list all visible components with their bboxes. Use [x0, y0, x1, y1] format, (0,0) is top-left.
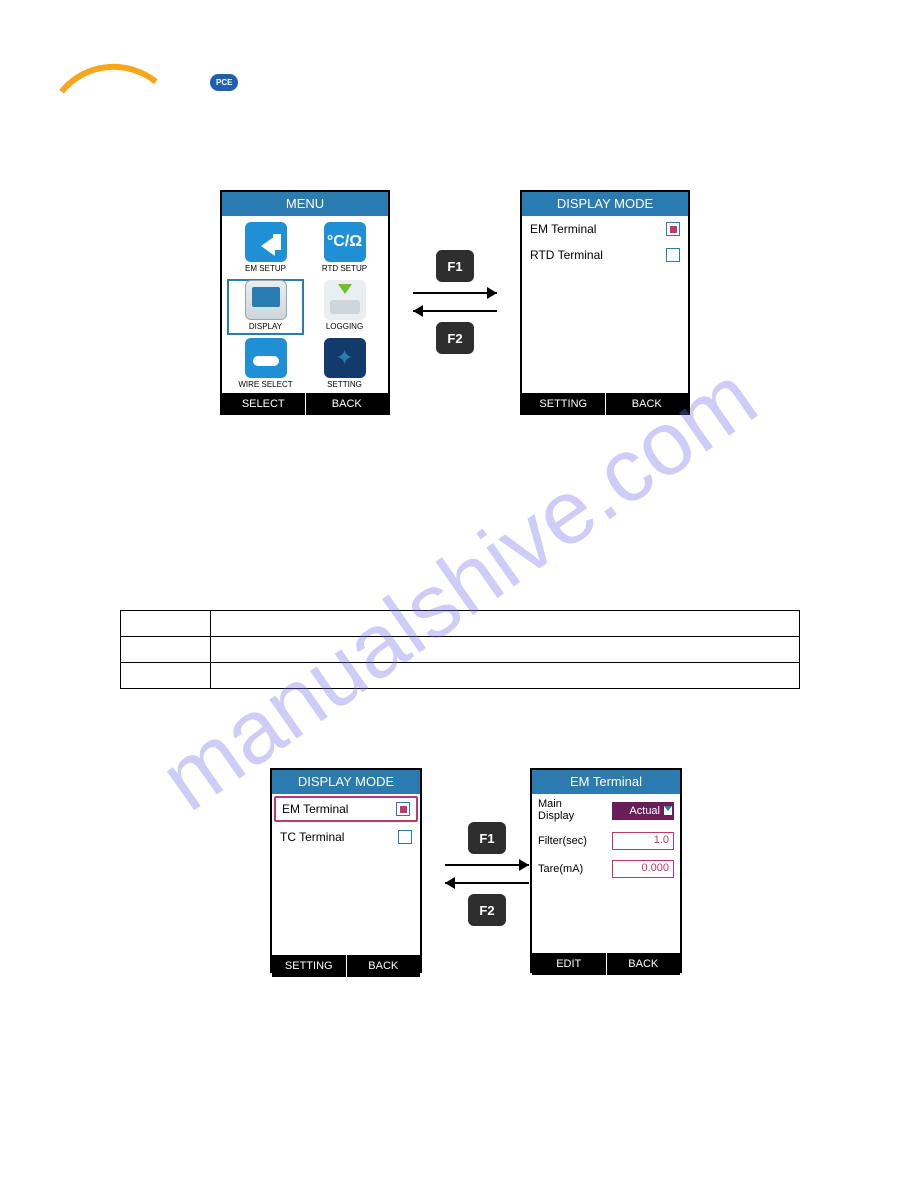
f2-key[interactable]: F2 — [468, 894, 506, 926]
checkbox-checked-icon[interactable] — [666, 222, 680, 236]
table-row — [121, 637, 800, 663]
checkbox-checked-icon[interactable] — [396, 802, 410, 816]
display-mode-title: DISPLAY MODE — [272, 770, 420, 794]
list-item-rtd-terminal[interactable]: RTD Terminal — [522, 242, 688, 268]
field-label: Tare(mA) — [538, 863, 583, 875]
softkey-back[interactable]: BACK — [606, 393, 689, 415]
logging-icon — [324, 280, 366, 320]
softkey-back[interactable]: BACK — [607, 953, 681, 975]
brand-badge: PCE — [210, 74, 238, 91]
table-cell — [211, 611, 800, 637]
em-terminal-title: EM Terminal — [532, 770, 680, 794]
menu-item-display[interactable]: DISPLAY — [226, 278, 305, 336]
dropdown-main-display[interactable]: Actual — [612, 802, 674, 820]
display-icon — [245, 280, 287, 320]
dropdown-value: Actual — [629, 805, 660, 817]
list-item-label: RTD Terminal — [530, 248, 603, 262]
softkey-setting[interactable]: SETTING — [522, 393, 606, 415]
menu-item-label: DISPLAY — [226, 322, 305, 331]
info-table — [120, 610, 800, 689]
menu-item-label: SETTING — [305, 380, 384, 389]
em-setup-icon — [245, 222, 287, 262]
menu-item-wire-select[interactable]: WIRE SELECT — [226, 336, 305, 394]
arrow-right-icon — [405, 286, 505, 300]
wire-select-icon — [245, 338, 287, 378]
rtd-setup-icon: °C/Ω — [324, 222, 366, 262]
list-item-label: EM Terminal — [530, 222, 596, 236]
watermark: manualshive.com — [143, 346, 776, 832]
softkey-edit[interactable]: EDIT — [532, 953, 607, 975]
table-row — [121, 611, 800, 637]
table-cell — [121, 611, 211, 637]
table-cell — [211, 663, 800, 689]
arrow-left-icon — [405, 304, 505, 318]
checkbox-unchecked-icon[interactable] — [398, 830, 412, 844]
list-item-label: TC Terminal — [280, 830, 344, 844]
field-filter[interactable]: Filter(sec) 1.0 — [532, 827, 680, 855]
softkey-setting[interactable]: SETTING — [272, 955, 347, 977]
menu-item-rtd-setup[interactable]: °C/Ω RTD SETUP — [305, 220, 384, 278]
menu-item-label: WIRE SELECT — [226, 380, 305, 389]
menu-item-label: RTD SETUP — [305, 264, 384, 273]
device-screen-display-mode-1: DISPLAY MODE EM Terminal RTD Terminal SE… — [520, 190, 690, 415]
table-cell — [121, 637, 211, 663]
arrow-right-icon — [437, 858, 537, 872]
list-item-em-terminal[interactable]: EM Terminal — [522, 216, 688, 242]
brand-logo: PCE — [60, 60, 180, 100]
nav-keys-row1: F1 F2 — [400, 250, 510, 354]
device-screen-em-terminal: EM Terminal Main Display Actual Filter(s… — [530, 768, 682, 973]
list-item-label: EM Terminal — [282, 802, 348, 816]
f1-key[interactable]: F1 — [468, 822, 506, 854]
f1-key[interactable]: F1 — [436, 250, 474, 282]
softkey-back[interactable]: BACK — [347, 955, 421, 977]
input-tare[interactable]: 0.000 — [612, 860, 674, 878]
nav-keys-row2: F1 F2 — [432, 822, 542, 926]
list-item-tc-terminal[interactable]: TC Terminal — [272, 824, 420, 850]
field-label: Filter(sec) — [538, 835, 587, 847]
setting-icon — [324, 338, 366, 378]
device-screen-menu: MENU EM SETUP °C/Ω RTD SETUP DISPLAY LOG… — [220, 190, 390, 415]
field-main-display[interactable]: Main Display Actual — [532, 794, 680, 827]
menu-title: MENU — [222, 192, 388, 216]
menu-item-label: LOGGING — [305, 322, 384, 331]
arrow-left-icon — [437, 876, 537, 890]
menu-item-logging[interactable]: LOGGING — [305, 278, 384, 336]
menu-item-em-setup[interactable]: EM SETUP — [226, 220, 305, 278]
table-row — [121, 663, 800, 689]
table-cell — [121, 663, 211, 689]
menu-item-setting[interactable]: SETTING — [305, 336, 384, 394]
f2-key[interactable]: F2 — [436, 322, 474, 354]
display-mode-title: DISPLAY MODE — [522, 192, 688, 216]
list-item-em-terminal[interactable]: EM Terminal — [274, 796, 418, 822]
checkbox-unchecked-icon[interactable] — [666, 248, 680, 262]
field-label: Main Display — [538, 799, 574, 822]
field-tare[interactable]: Tare(mA) 0.000 — [532, 855, 680, 883]
table-cell — [211, 637, 800, 663]
input-filter[interactable]: 1.0 — [612, 832, 674, 850]
menu-item-label: EM SETUP — [226, 264, 305, 273]
device-screen-display-mode-2: DISPLAY MODE EM Terminal TC Terminal SET… — [270, 768, 422, 973]
